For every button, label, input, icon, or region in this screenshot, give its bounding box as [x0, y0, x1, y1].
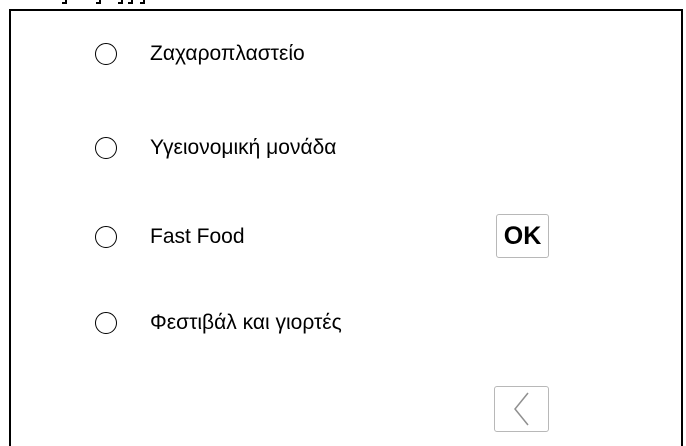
- option-label: Φεστιβάλ και γιορτές: [150, 311, 342, 334]
- chevron-left-icon: [513, 392, 529, 426]
- option-ygeionomiki-monada[interactable]: Υγειονομική μονάδα: [95, 133, 336, 163]
- clipped-header-text: [0, 0, 220, 6]
- clipped-glyph: [140, 0, 145, 4]
- clipped-glyph: [118, 0, 123, 4]
- clipped-glyph: [62, 0, 67, 4]
- ok-button[interactable]: OK: [496, 214, 549, 258]
- option-label: Υγειονομική μονάδα: [150, 136, 337, 159]
- clipped-glyph: [96, 0, 101, 4]
- clipped-glyph: [128, 0, 133, 4]
- option-zacharoplasteio[interactable]: Ζαχαροπλαστείο: [95, 39, 305, 69]
- option-label: Ζαχαροπλαστείο: [150, 42, 305, 65]
- radio-button[interactable]: [95, 137, 117, 159]
- radio-button[interactable]: [95, 312, 117, 334]
- back-button[interactable]: [494, 386, 549, 432]
- option-festival-kai-giortes[interactable]: Φεστιβάλ και γιορτές: [95, 308, 342, 338]
- option-label: Fast Food: [150, 225, 245, 248]
- radio-button[interactable]: [95, 43, 117, 65]
- radio-button[interactable]: [95, 226, 117, 248]
- option-fast-food[interactable]: Fast Food: [95, 222, 245, 252]
